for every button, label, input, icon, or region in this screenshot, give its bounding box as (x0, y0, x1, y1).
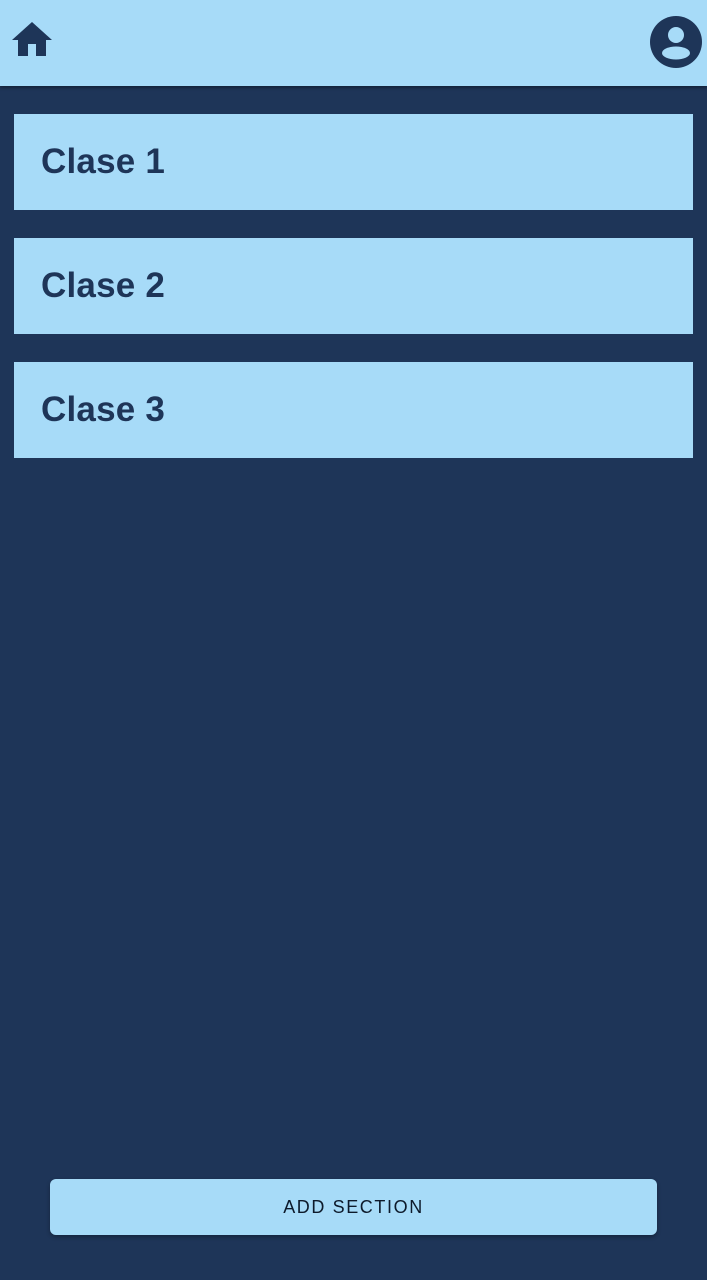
class-list: Clase 1 Clase 2 Clase 3 (14, 114, 693, 486)
account-button[interactable] (648, 14, 704, 70)
top-app-bar (0, 0, 707, 86)
class-card[interactable]: Clase 2 (14, 238, 693, 334)
add-section-button[interactable]: ADD SECTION (50, 1179, 657, 1235)
class-title: Clase 3 (41, 390, 165, 429)
class-title: Clase 2 (41, 266, 165, 305)
account-circle-icon (650, 16, 702, 68)
add-section-label: ADD SECTION (283, 1196, 424, 1217)
class-card[interactable]: Clase 3 (14, 362, 693, 458)
class-title: Clase 1 (41, 142, 165, 181)
class-card[interactable]: Clase 1 (14, 114, 693, 210)
home-icon (12, 22, 52, 56)
home-button[interactable] (4, 14, 60, 66)
